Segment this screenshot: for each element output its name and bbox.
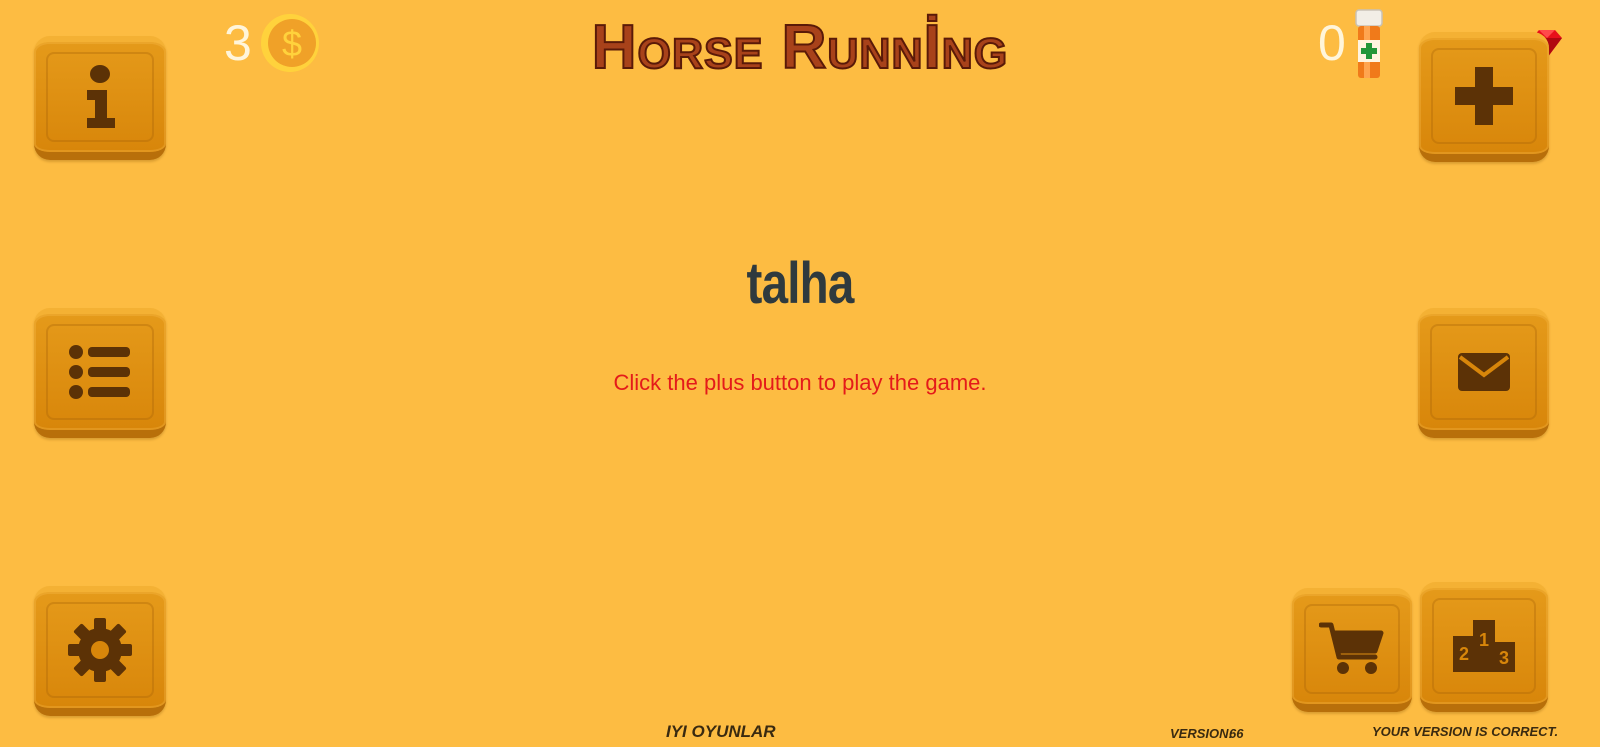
svg-text:2: 2 [1459,644,1469,664]
podium-icon: 1 2 3 [1453,620,1515,672]
potion-count: 0 [1318,15,1346,71]
settings-button[interactable] [34,586,166,716]
mail-icon [1457,353,1510,391]
potion-bottle-icon [1354,8,1384,80]
version-value: 66 [1229,726,1244,741]
shop-button[interactable] [1292,588,1412,712]
svg-text:$: $ [282,23,302,64]
gear-icon [68,618,132,682]
add-button[interactable] [1419,32,1549,162]
svg-text:3: 3 [1499,648,1509,668]
list-icon [69,345,130,399]
dollar-coin-icon: $ [258,10,320,76]
play-hint: Click the plus button to play the game. [613,370,987,395]
svg-text:1: 1 [1479,630,1489,650]
version-status: Your version is correct. [1372,724,1559,739]
leaderboard-button[interactable]: 1 2 3 [1420,582,1548,712]
player-name: talha [746,251,855,316]
footer-brand: Iyi Oyunlar [666,722,776,741]
info-button[interactable] [34,36,166,160]
info-icon [87,65,115,128]
plus-icon [1455,67,1513,125]
cart-icon [1319,622,1384,674]
coin-count: 3 [224,15,252,71]
version-label: Version: [1170,726,1233,741]
